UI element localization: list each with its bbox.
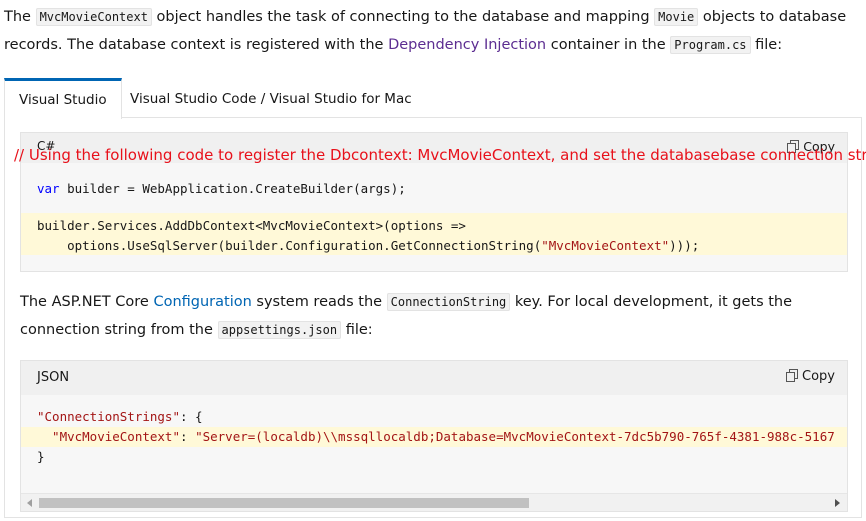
inline-code-movie: Movie (654, 8, 699, 26)
configuration-link[interactable]: Configuration (153, 294, 251, 310)
inline-code-program-cs: Program.cs (670, 36, 751, 54)
inline-code-appsettings: appsettings.json (217, 321, 342, 339)
json-string-value: "Server=(localdb)\\mssqllocaldb;Database… (195, 429, 835, 444)
tab-vscode-vs-mac[interactable]: Visual Studio Code / Visual Studio for M… (116, 78, 426, 118)
intro-paragraph: The MvcMovieContext object handles the t… (4, 3, 854, 59)
code-text: ))); (669, 238, 700, 253)
dependency-injection-link[interactable]: Dependency Injection (388, 37, 546, 53)
horizontal-scrollbar[interactable] (21, 493, 847, 511)
copy-button[interactable]: Copy (786, 369, 835, 384)
scroll-left-arrow-icon[interactable] (27, 499, 32, 507)
copy-label: Copy (802, 369, 835, 384)
intro-text: The (4, 9, 36, 25)
scroll-right-arrow-icon[interactable] (835, 499, 840, 507)
code-text: : (180, 429, 196, 444)
code-line: } (21, 447, 847, 467)
scrollbar-thumb[interactable] (39, 498, 529, 508)
intro-text: object handles the task of connecting to… (151, 9, 655, 25)
code-keyword: var (37, 181, 60, 196)
code-text: options.UseSqlServer(builder.Configurati… (37, 238, 542, 253)
ide-tabs: Visual Studio Visual Studio Code / Visua… (4, 78, 862, 119)
code-line: "ConnectionStrings": { (21, 407, 847, 427)
code-line: var builder = WebApplication.CreateBuild… (21, 179, 847, 199)
inline-code-mvcmoviecontext: MvcMovieContext (35, 8, 152, 26)
middle-text: The ASP.NET Core (20, 294, 154, 310)
middle-text: file: (341, 322, 373, 338)
code-text: } (37, 449, 45, 464)
code-text: builder = WebApplication.CreateBuilder(a… (59, 181, 406, 196)
configuration-paragraph: The ASP.NET Core Configuration system re… (20, 288, 850, 344)
intro-text: container in the (546, 37, 671, 53)
red-annotation-comment: // Using the following code to register … (14, 146, 866, 164)
inline-code-connectionstring: ConnectionString (386, 293, 511, 311)
copy-icon (786, 369, 799, 382)
intro-text: file: (750, 37, 783, 53)
code-line-highlighted: "MvcMovieContext": "Server=(localdb)\\ms… (21, 427, 847, 447)
middle-text: system reads the (251, 294, 387, 310)
code-block-header: JSON Copy (21, 361, 847, 395)
code-line: options.UseSqlServer(builder.Configurati… (21, 236, 847, 256)
code-text: builder.Services.AddDbContext<MvcMovieCo… (37, 218, 466, 233)
code-language-label: JSON (37, 370, 70, 385)
tab-visual-studio[interactable]: Visual Studio (4, 78, 122, 119)
json-key: "MvcMovieContext" (37, 429, 180, 444)
code-text: : { (180, 409, 203, 424)
json-code-block: JSON Copy "ConnectionStrings": { "MvcMov… (20, 360, 848, 512)
json-key: "ConnectionStrings" (37, 409, 180, 424)
code-line: builder.Services.AddDbContext<MvcMovieCo… (21, 216, 847, 236)
code-string: "MvcMovieContext" (541, 238, 670, 253)
